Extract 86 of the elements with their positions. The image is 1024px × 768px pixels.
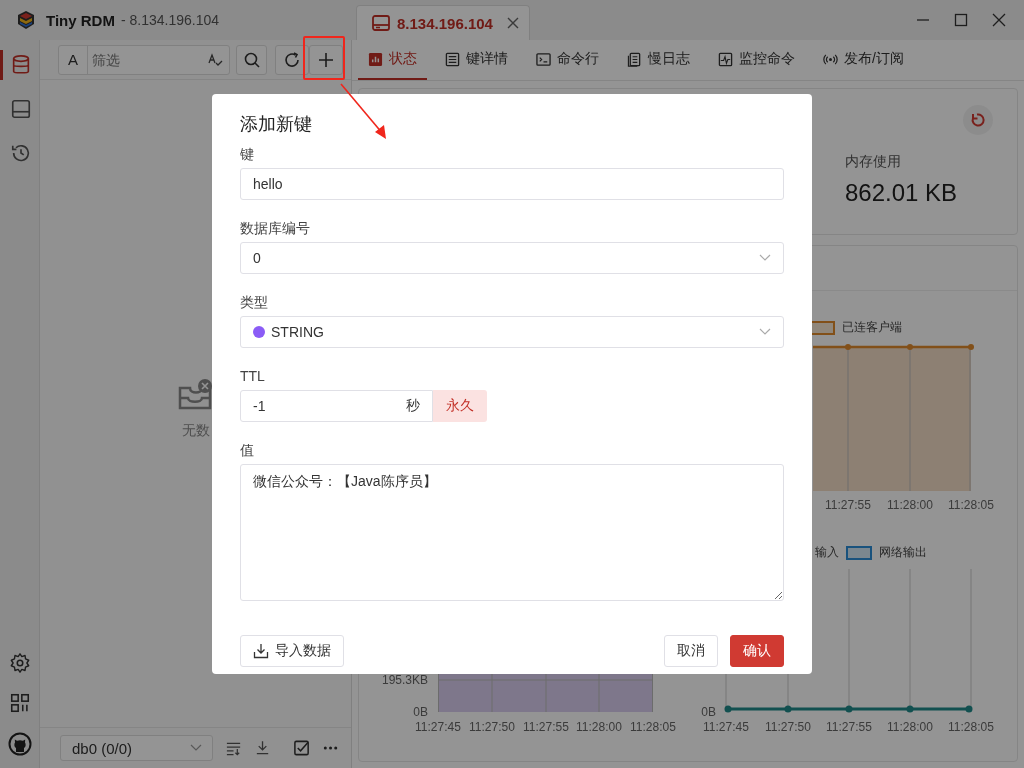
pulse-icon: [718, 51, 733, 67]
terminal-icon: [536, 51, 551, 67]
data-point: [845, 705, 853, 713]
field-label: 数据库编号: [240, 219, 311, 238]
caret-icon: [759, 328, 771, 336]
data-point: [724, 705, 732, 713]
confirm-button[interactable]: 确认: [730, 635, 784, 667]
legend-label: 网络输出: [879, 544, 927, 561]
apps-icon[interactable]: [8, 692, 31, 714]
import-icon: [253, 643, 269, 659]
legend-label: 输入: [815, 544, 839, 561]
data-point: [784, 705, 792, 713]
axis-tick-label: 11:27:55: [825, 720, 873, 734]
server-icon: [371, 13, 391, 33]
stat-value: 862.01 KB: [845, 179, 959, 207]
refresh-icon: [969, 111, 987, 129]
axis-tick-label: 11:28:05: [947, 498, 995, 512]
unit-label: 秒: [406, 397, 420, 415]
key-input[interactable]: hello: [240, 168, 784, 200]
dialog-title: 添加新键: [240, 113, 313, 136]
axis-tick-label: 11:27:50: [764, 720, 812, 734]
logo-icon: [16, 10, 36, 30]
cancel-button[interactable]: 取消: [664, 635, 718, 667]
legend-label: 已连客户端: [842, 319, 902, 336]
data-point: [965, 705, 973, 713]
broadcast-icon: [823, 51, 838, 67]
ttl-field[interactable]: -1 秒: [240, 390, 433, 422]
tab[interactable]: 命令行: [526, 40, 609, 80]
refresh-icon: [283, 50, 301, 69]
field-label: 值: [240, 441, 255, 460]
filter-field[interactable]: A 筛选: [58, 44, 231, 75]
refresh-button[interactable]: [275, 44, 309, 75]
tab[interactable]: 状态: [358, 40, 427, 80]
checkbox-icon[interactable]: [292, 739, 310, 757]
data-point: [968, 344, 974, 350]
tab[interactable]: 监控命令: [708, 40, 805, 80]
bar-chart-icon: [368, 51, 383, 67]
data-point: [906, 705, 914, 713]
database-icon: [10, 54, 32, 76]
data-point: [907, 344, 913, 350]
axis-tick-label: 0B: [700, 705, 716, 719]
maximize-icon[interactable]: [954, 13, 968, 27]
connection-tab[interactable]: 8.134.196.104: [356, 5, 530, 40]
window-subtitle: - 8.134.196.104: [120, 12, 219, 28]
axis-tick-label: 11:28:05: [947, 720, 995, 734]
cat-silhouette-icon[interactable]: [7, 732, 32, 756]
database-select[interactable]: db0 (0/0): [60, 735, 213, 761]
axis-tick-label: 0B: [412, 705, 428, 719]
caret-icon: [759, 254, 771, 262]
case-toggle-button[interactable]: A: [59, 45, 88, 74]
list-icon: [445, 51, 460, 67]
monitor-icon: [10, 98, 32, 120]
type-select[interactable]: STRING: [240, 316, 784, 348]
tab[interactable]: 发布/订阅: [813, 40, 914, 80]
stat-label: 内存使用: [845, 153, 902, 171]
permanent-button[interactable]: 永久: [433, 390, 487, 422]
caret-icon: [189, 744, 202, 752]
filter-input[interactable]: 筛选: [88, 51, 208, 68]
spellcheck-icon[interactable]: [207, 51, 224, 68]
axis-tick-label: 11:28:00: [886, 498, 934, 512]
data-point: [845, 344, 851, 350]
axis-tick-label: 11:27:45: [702, 720, 750, 734]
app-name: Tiny RDM: [46, 11, 115, 29]
highlight-box: [303, 36, 345, 80]
tab[interactable]: 慢日志: [617, 40, 700, 80]
tab[interactable]: 键详情: [435, 40, 518, 80]
plus-icon: [317, 50, 335, 69]
field-label: TTL: [240, 367, 266, 386]
settings-icon[interactable]: [8, 652, 31, 674]
axis-tick-label: 195.3KB: [380, 673, 428, 687]
axis-tick-label: 11:27:55: [824, 498, 872, 512]
value-textarea[interactable]: 微信公众号：【Java陈序员】: [240, 464, 784, 601]
empty-text: 无数: [181, 421, 210, 440]
add-button[interactable]: [309, 44, 343, 75]
import-data-button[interactable]: 导入数据: [240, 635, 344, 667]
refresh-button[interactable]: [963, 105, 993, 135]
search-button[interactable]: [236, 44, 267, 75]
axis-tick-label: 11:28:00: [886, 720, 934, 734]
history-icon: [10, 142, 32, 164]
database-number-select[interactable]: 0: [240, 242, 784, 274]
field-label: 类型: [240, 293, 269, 312]
close-icon[interactable]: [506, 17, 519, 29]
close-icon[interactable]: [992, 13, 1006, 27]
field-label: 键: [240, 145, 255, 164]
document-icon: [627, 51, 642, 67]
search-icon: [242, 50, 261, 69]
